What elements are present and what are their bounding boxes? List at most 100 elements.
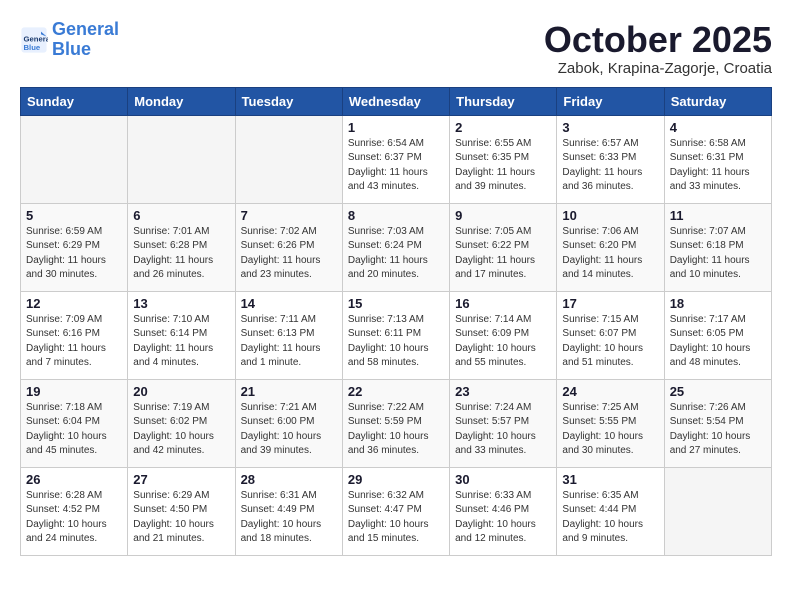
calendar-cell: 7 Sunrise: 7:02 AMSunset: 6:26 PMDaylight… [235, 203, 342, 291]
day-info: Sunrise: 7:02 AMSunset: 6:26 PMDaylight:… [241, 225, 337, 283]
day-info: Sunrise: 6:33 AMSunset: 4:46 PMDaylight:… [455, 489, 551, 547]
day-number: 21 [241, 384, 337, 399]
calendar-cell: 22 Sunrise: 7:22 AMSunset: 5:59 PMDayligh… [342, 379, 449, 467]
day-info: Sunrise: 7:25 AMSunset: 5:55 PMDaylight:… [562, 401, 658, 459]
calendar-cell: 23 Sunrise: 7:24 AMSunset: 5:57 PMDayligh… [450, 379, 557, 467]
day-number: 11 [670, 208, 766, 223]
day-info: Sunrise: 7:05 AMSunset: 6:22 PMDaylight:… [455, 225, 551, 283]
day-info: Sunrise: 6:29 AMSunset: 4:50 PMDaylight:… [133, 489, 229, 547]
calendar-cell: 25Sunrise: 7:26 AMSunset: 5:54 PMDayligh… [664, 379, 771, 467]
day-number: 30 [455, 472, 551, 487]
svg-text:General: General [24, 34, 49, 43]
day-number: 22 [348, 384, 444, 399]
day-number: 4 [670, 120, 766, 135]
day-number: 19 [26, 384, 122, 399]
day-number: 18 [670, 296, 766, 311]
day-info: Sunrise: 6:57 AMSunset: 6:33 PMDaylight:… [562, 137, 658, 195]
day-info: Sunrise: 7:24 AMSunset: 5:57 PMDaylight:… [455, 401, 551, 459]
day-number: 15 [348, 296, 444, 311]
calendar-cell [664, 467, 771, 555]
calendar-cell: 29 Sunrise: 6:32 AMSunset: 4:47 PMDayligh… [342, 467, 449, 555]
day-number: 1 [348, 120, 444, 135]
day-info: Sunrise: 7:01 AMSunset: 6:28 PMDaylight:… [133, 225, 229, 283]
week-row-3: 12 Sunrise: 7:09 AMSunset: 6:16 PMDayligh… [21, 291, 772, 379]
week-row-5: 26Sunrise: 6:28 AMSunset: 4:52 PMDayligh… [21, 467, 772, 555]
calendar-table: SundayMondayTuesdayWednesdayThursdayFrid… [20, 87, 772, 556]
calendar-cell: 3 Sunrise: 6:57 AMSunset: 6:33 PMDaylight… [557, 115, 664, 203]
day-info: Sunrise: 7:11 AMSunset: 6:13 PMDaylight:… [241, 313, 337, 371]
day-number: 24 [562, 384, 658, 399]
day-number: 5 [26, 208, 122, 223]
days-header-row: SundayMondayTuesdayWednesdayThursdayFrid… [21, 87, 772, 115]
logo-icon: General Blue [20, 26, 48, 54]
calendar-cell: 30 Sunrise: 6:33 AMSunset: 4:46 PMDayligh… [450, 467, 557, 555]
day-header-wednesday: Wednesday [342, 87, 449, 115]
day-info: Sunrise: 6:59 AMSunset: 6:29 PMDaylight:… [26, 225, 122, 283]
day-number: 3 [562, 120, 658, 135]
day-header-saturday: Saturday [664, 87, 771, 115]
day-info: Sunrise: 6:31 AMSunset: 4:49 PMDaylight:… [241, 489, 337, 547]
day-info: Sunrise: 6:54 AMSunset: 6:37 PMDaylight:… [348, 137, 444, 195]
calendar-cell [21, 115, 128, 203]
day-info: Sunrise: 6:55 AMSunset: 6:35 PMDaylight:… [455, 137, 551, 195]
day-number: 10 [562, 208, 658, 223]
day-info: Sunrise: 7:10 AMSunset: 6:14 PMDaylight:… [133, 313, 229, 371]
calendar-cell: 16 Sunrise: 7:14 AMSunset: 6:09 PMDayligh… [450, 291, 557, 379]
day-info: Sunrise: 7:18 AMSunset: 6:04 PMDaylight:… [26, 401, 122, 459]
day-number: 28 [241, 472, 337, 487]
calendar-cell: 27Sunrise: 6:29 AMSunset: 4:50 PMDayligh… [128, 467, 235, 555]
day-number: 2 [455, 120, 551, 135]
calendar-cell: 2 Sunrise: 6:55 AMSunset: 6:35 PMDaylight… [450, 115, 557, 203]
day-info: Sunrise: 7:17 AMSunset: 6:05 PMDaylight:… [670, 313, 766, 371]
day-number: 20 [133, 384, 229, 399]
calendar-cell: 31Sunrise: 6:35 AMSunset: 4:44 PMDayligh… [557, 467, 664, 555]
day-info: Sunrise: 7:26 AMSunset: 5:54 PMDaylight:… [670, 401, 766, 459]
calendar-cell: 9 Sunrise: 7:05 AMSunset: 6:22 PMDaylight… [450, 203, 557, 291]
logo: General Blue GeneralBlue [20, 20, 119, 60]
calendar-cell: 24 Sunrise: 7:25 AMSunset: 5:55 PMDayligh… [557, 379, 664, 467]
calendar-cell: 14 Sunrise: 7:11 AMSunset: 6:13 PMDayligh… [235, 291, 342, 379]
day-number: 13 [133, 296, 229, 311]
day-number: 7 [241, 208, 337, 223]
calendar-cell: 19 Sunrise: 7:18 AMSunset: 6:04 PMDayligh… [21, 379, 128, 467]
day-number: 12 [26, 296, 122, 311]
week-row-4: 19 Sunrise: 7:18 AMSunset: 6:04 PMDayligh… [21, 379, 772, 467]
day-header-sunday: Sunday [21, 87, 128, 115]
page-header: General Blue GeneralBlue October 2025 Za… [20, 20, 772, 77]
day-info: Sunrise: 7:03 AMSunset: 6:24 PMDaylight:… [348, 225, 444, 283]
day-info: Sunrise: 7:22 AMSunset: 5:59 PMDaylight:… [348, 401, 444, 459]
calendar-cell: 18 Sunrise: 7:17 AMSunset: 6:05 PMDayligh… [664, 291, 771, 379]
day-info: Sunrise: 7:09 AMSunset: 6:16 PMDaylight:… [26, 313, 122, 371]
calendar-cell: 10 Sunrise: 7:06 AMSunset: 6:20 PMDayligh… [557, 203, 664, 291]
calendar-cell: 12 Sunrise: 7:09 AMSunset: 6:16 PMDayligh… [21, 291, 128, 379]
calendar-title: October 2025 [544, 20, 772, 60]
day-number: 16 [455, 296, 551, 311]
day-number: 8 [348, 208, 444, 223]
logo-text: GeneralBlue [52, 20, 119, 60]
day-number: 14 [241, 296, 337, 311]
day-number: 26 [26, 472, 122, 487]
day-number: 6 [133, 208, 229, 223]
day-info: Sunrise: 7:19 AMSunset: 6:02 PMDaylight:… [133, 401, 229, 459]
calendar-cell: 26Sunrise: 6:28 AMSunset: 4:52 PMDayligh… [21, 467, 128, 555]
svg-text:Blue: Blue [24, 43, 41, 52]
day-number: 9 [455, 208, 551, 223]
day-number: 23 [455, 384, 551, 399]
day-info: Sunrise: 7:15 AMSunset: 6:07 PMDaylight:… [562, 313, 658, 371]
day-info: Sunrise: 6:58 AMSunset: 6:31 PMDaylight:… [670, 137, 766, 195]
day-info: Sunrise: 6:35 AMSunset: 4:44 PMDaylight:… [562, 489, 658, 547]
calendar-cell: 20 Sunrise: 7:19 AMSunset: 6:02 PMDayligh… [128, 379, 235, 467]
day-info: Sunrise: 7:14 AMSunset: 6:09 PMDaylight:… [455, 313, 551, 371]
day-number: 29 [348, 472, 444, 487]
calendar-cell: 21Sunrise: 7:21 AMSunset: 6:00 PMDayligh… [235, 379, 342, 467]
week-row-2: 5 Sunrise: 6:59 AMSunset: 6:29 PMDaylight… [21, 203, 772, 291]
day-info: Sunrise: 7:07 AMSunset: 6:18 PMDaylight:… [670, 225, 766, 283]
day-header-monday: Monday [128, 87, 235, 115]
calendar-cell: 15 Sunrise: 7:13 AMSunset: 6:11 PMDayligh… [342, 291, 449, 379]
calendar-cell: 6 Sunrise: 7:01 AMSunset: 6:28 PMDaylight… [128, 203, 235, 291]
calendar-cell: 1 Sunrise: 6:54 AMSunset: 6:37 PMDaylight… [342, 115, 449, 203]
day-info: Sunrise: 7:06 AMSunset: 6:20 PMDaylight:… [562, 225, 658, 283]
day-info: Sunrise: 6:32 AMSunset: 4:47 PMDaylight:… [348, 489, 444, 547]
day-info: Sunrise: 7:13 AMSunset: 6:11 PMDaylight:… [348, 313, 444, 371]
day-header-friday: Friday [557, 87, 664, 115]
